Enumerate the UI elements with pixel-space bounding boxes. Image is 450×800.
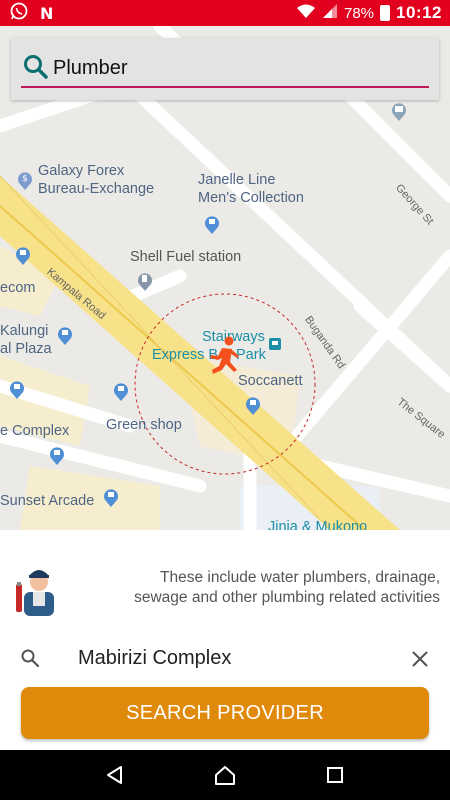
poi-kalungi-plaza[interactable]: Kalungi al Plaza — [0, 322, 52, 358]
location-input[interactable]: Mabirizi Complex — [78, 647, 231, 670]
status-bar: N 78% 10:12 — [0, 0, 450, 26]
poi-label-line: Galaxy Forex — [38, 163, 125, 179]
description-line: These include water plumbers, drainage, — [159, 569, 440, 586]
shop-pin-icon — [203, 213, 221, 235]
home-icon — [215, 766, 235, 785]
bottom-panel: These include water plumbers, drainage, … — [0, 530, 450, 750]
poi-janelle-line[interactable]: Janelle Line Men's Collection — [198, 171, 304, 207]
n-icon: N — [40, 3, 54, 23]
poi-label-line: Kalungi — [0, 323, 49, 339]
shop-pin-icon — [48, 444, 66, 466]
fuel-pin-icon — [136, 270, 154, 292]
clear-location-button[interactable] — [409, 648, 431, 670]
poi-soccanett[interactable]: Soccanett — [238, 372, 303, 390]
recents-button[interactable] — [320, 760, 350, 790]
poi-label-line: al Plaza — [0, 341, 52, 357]
shop-pin-icon — [244, 394, 262, 416]
map-view[interactable]: $ Galaxy Forex Bureau-Exchange Janelle L… — [0, 26, 450, 530]
map-roads — [0, 26, 450, 530]
back-icon — [107, 766, 122, 784]
poi-galaxy-forex[interactable]: $ Galaxy Forex Bureau-Exchange — [16, 162, 154, 198]
system-nav-bar — [0, 750, 450, 800]
poi-label-line: Bureau-Exchange — [38, 181, 155, 197]
shop-pin-icon — [102, 486, 120, 508]
whatsapp-icon — [10, 2, 28, 25]
svg-text:$: $ — [22, 174, 28, 184]
signal-icon — [322, 3, 338, 23]
search-underline — [21, 86, 429, 88]
poi-jinja-mukono[interactable]: Jinja & Mukono — [268, 518, 367, 530]
shop-pin-icon — [14, 244, 32, 266]
shop-pin-icon — [112, 380, 130, 402]
recents-icon — [327, 767, 343, 783]
poi-label-line: Men's Collection — [198, 190, 304, 206]
search-provider-button[interactable]: SEARCH PROVIDER — [21, 687, 429, 739]
battery-icon — [380, 5, 391, 21]
poi-sunset-arcade[interactable]: Sunset Arcade — [0, 492, 94, 510]
poi-ecom[interactable]: ecom — [0, 279, 35, 297]
shop-pin-icon — [56, 324, 74, 346]
search-input[interactable]: Plumber — [53, 57, 127, 80]
poi-shell-fuel[interactable]: Shell Fuel station — [130, 248, 241, 266]
back-button[interactable] — [100, 760, 130, 790]
description-line: sewage and other plumbing related activi… — [134, 589, 440, 606]
home-button[interactable] — [210, 760, 240, 790]
poi-label-line: Janelle Line — [198, 172, 276, 188]
status-time: 10:12 — [396, 3, 442, 22]
service-description: These include water plumbers, drainage, … — [80, 568, 440, 608]
plumber-avatar-icon — [16, 564, 60, 621]
search-bar[interactable]: Plumber — [11, 38, 439, 100]
poi-e-complex[interactable]: e Complex — [0, 422, 69, 440]
search-icon[interactable] — [23, 54, 49, 85]
poi-green-shop[interactable]: Green shop — [106, 416, 182, 434]
battery-percent: 78% — [343, 4, 375, 22]
dollar-pin-icon: $ — [16, 169, 34, 191]
bank-pin-icon — [390, 100, 408, 122]
shop-pin-icon — [8, 378, 26, 400]
search-icon — [20, 648, 40, 673]
close-icon — [412, 651, 428, 667]
wifi-icon — [296, 3, 316, 23]
